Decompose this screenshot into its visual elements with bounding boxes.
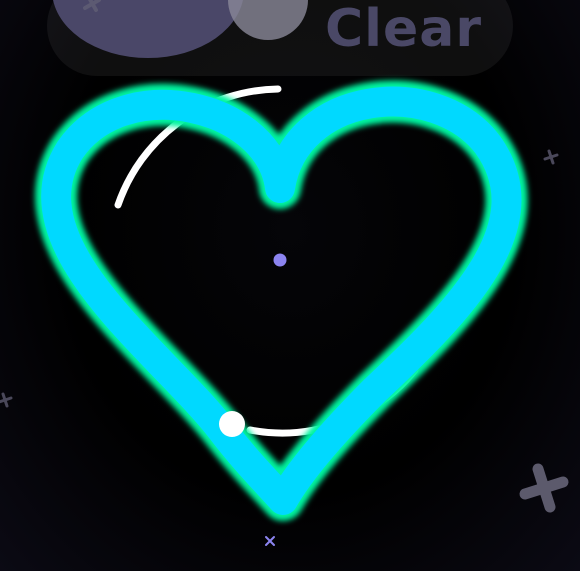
small-orb — [228, 0, 308, 40]
large-orb — [53, 0, 243, 58]
x-sparkle-icon — [265, 536, 275, 546]
clear-button-label[interactable]: Clear — [325, 0, 482, 58]
plus-sparkle-icon — [543, 149, 559, 165]
plus-sparkle-icon — [519, 463, 569, 513]
drag-handle[interactable] — [219, 411, 245, 437]
center-dot — [273, 253, 287, 267]
plus-sparkle-icon — [0, 392, 13, 408]
drawing-canvas[interactable] — [0, 0, 580, 571]
